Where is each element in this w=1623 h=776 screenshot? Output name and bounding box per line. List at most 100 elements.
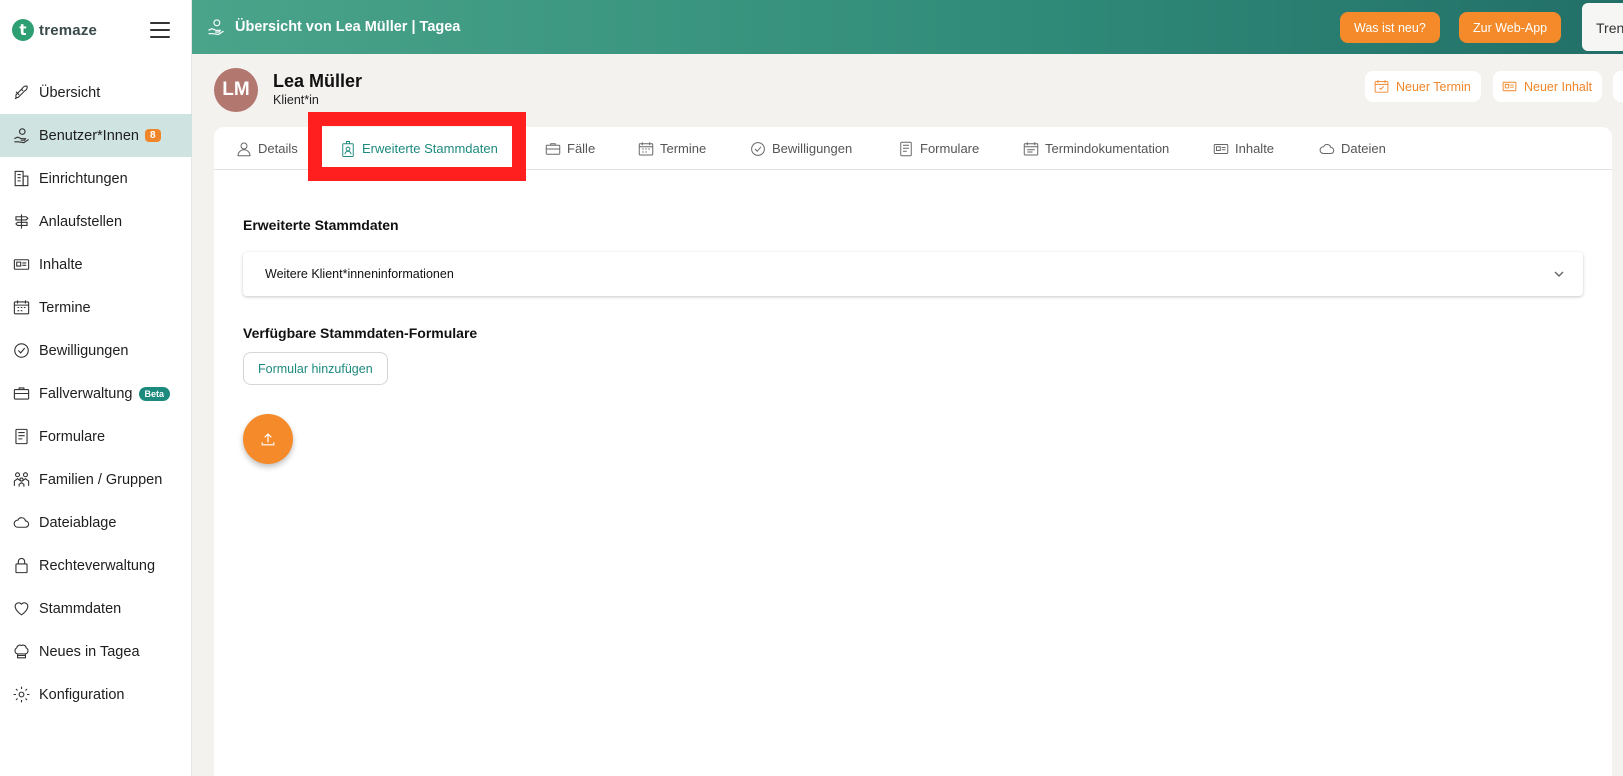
- upload-icon: [261, 433, 275, 446]
- tab-termine[interactable]: Termine: [637, 127, 706, 170]
- form-icon: [11, 427, 31, 447]
- sidebar-item-label: Rechteverwaltung: [39, 557, 156, 574]
- sidebar-item-inhalte[interactable]: Inhalte: [0, 243, 192, 286]
- sidebar-item-label: Bewilligungen: [39, 342, 129, 359]
- sidebar-item-label: Termine: [39, 299, 91, 316]
- logo-mark: t: [12, 19, 34, 41]
- sidebar-item-label: Inhalte: [39, 256, 83, 273]
- sidebar-item-termine[interactable]: Termine: [0, 286, 192, 329]
- menu-toggle-icon[interactable]: [150, 22, 170, 38]
- beta-badge: Beta: [138, 386, 171, 401]
- lock-icon: [11, 556, 31, 576]
- add-form-button[interactable]: Formular hinzufügen: [243, 352, 388, 385]
- tab-label: Termindokumentation: [1045, 141, 1170, 156]
- calendar-doc-icon: [1023, 141, 1039, 155]
- user-hand-icon: [11, 126, 31, 146]
- sidebar-item-benutzer-innen[interactable]: Benutzer*Innen 8: [0, 114, 192, 157]
- page-title-text: Übersicht von Lea Müller | Tagea: [235, 19, 461, 35]
- sidebar-item-label: Benutzer*Innen: [39, 127, 139, 144]
- sidebar-item-label: Formulare: [39, 428, 106, 445]
- sidebar-nav: Übersicht Benutzer*Innen 8 Einrichtungen…: [0, 71, 192, 716]
- sidebar-item-konfiguration[interactable]: Konfiguration: [0, 673, 192, 716]
- sidebar-item-label: Anlaufstellen: [39, 213, 123, 230]
- sidebar-item-label: Konfiguration: [39, 686, 125, 703]
- briefcase-icon: [545, 142, 561, 155]
- sidebar-item-formulare[interactable]: Formulare: [0, 415, 192, 458]
- client-name: Lea Müller: [273, 71, 363, 91]
- whats-new-button[interactable]: Was ist neu?: [1340, 12, 1440, 43]
- form-icon: [900, 141, 912, 156]
- sidebar-item-einrichtungen[interactable]: Einrichtungen: [0, 157, 192, 200]
- sidebar-item-label: Familien / Gruppen: [39, 471, 163, 488]
- sidebar-item-label: Stammdaten: [39, 600, 122, 617]
- section-title: Erweiterte Stammdaten: [243, 217, 399, 233]
- tab-label: Fälle: [567, 141, 596, 156]
- tab-label: Inhalte: [1235, 141, 1275, 156]
- client-role: Klient*in: [273, 93, 319, 107]
- truncated-action-button[interactable]: [1613, 71, 1623, 102]
- calendar-icon: [11, 298, 31, 318]
- sidebar-item-uebersicht[interactable]: Übersicht: [0, 71, 192, 114]
- forms-section-title: Verfügbare Stammdaten-Formulare: [243, 325, 478, 341]
- rocket-icon: [11, 83, 31, 103]
- sidebar-item-stammdaten[interactable]: Stammdaten: [0, 587, 192, 630]
- sidebar-item-label: Neues in Tagea: [39, 643, 140, 660]
- sidebar-item-anlaufstellen[interactable]: Anlaufstellen: [0, 200, 192, 243]
- newspaper-icon: [1502, 81, 1517, 92]
- check-circle-icon: [751, 141, 765, 156]
- truncated-top-button[interactable]: Tren: [1582, 3, 1623, 51]
- brand-logo[interactable]: t tremaze: [12, 19, 97, 41]
- accordion-label: Weitere Klient*inneninformationen: [265, 267, 454, 281]
- sidebar-item-familien-gruppen[interactable]: Familien / Gruppen: [0, 458, 192, 501]
- newspaper-icon: [11, 255, 31, 275]
- tab-details[interactable]: Details: [235, 127, 298, 170]
- check-circle-icon: [11, 341, 31, 361]
- tab-label: Dateien: [1341, 141, 1386, 156]
- sidebar-item-bewilligungen[interactable]: Bewilligungen: [0, 329, 192, 372]
- user-icon: [237, 142, 251, 156]
- tab-faelle[interactable]: Fälle: [544, 127, 595, 170]
- cloud-icon: [11, 513, 31, 533]
- new-appointment-button[interactable]: Neuer Termin: [1365, 71, 1481, 102]
- new-content-button[interactable]: Neuer Inhalt: [1493, 71, 1603, 102]
- tab-label: Erweiterte Stammdaten: [362, 141, 498, 156]
- web-app-button[interactable]: Zur Web-App: [1459, 12, 1562, 43]
- sidebar-item-label: Übersicht: [39, 84, 101, 101]
- tab-inhalte[interactable]: Inhalte: [1212, 127, 1274, 170]
- tab-erweiterte-stammdaten[interactable]: Erweiterte Stammdaten: [339, 127, 498, 170]
- gear-icon: [11, 685, 31, 705]
- tab-label: Termine: [660, 141, 707, 156]
- content-card: Details Erweiterte Stammdaten Fälle Term…: [214, 127, 1612, 776]
- tab-dateien[interactable]: Dateien: [1318, 127, 1386, 170]
- sidebar-item-label: Einrichtungen: [39, 170, 128, 187]
- user-hand-icon: [208, 19, 224, 36]
- sidebar-item-label: Fallverwaltung: [39, 385, 133, 402]
- signpost-icon: [11, 212, 31, 232]
- newspaper-icon: [1213, 143, 1229, 154]
- id-badge-icon: [342, 140, 354, 157]
- tab-bar: Details Erweiterte Stammdaten Fälle Term…: [214, 127, 1612, 170]
- building-icon: [11, 169, 31, 189]
- page-title: Übersicht von Lea Müller | Tagea: [206, 17, 460, 37]
- tab-label: Details: [258, 141, 298, 156]
- sidebar-item-dateiablage[interactable]: Dateiablage: [0, 501, 192, 544]
- sidebar-item-neues-in-tagea[interactable]: Neues in Tagea: [0, 630, 192, 673]
- accordion-client-info[interactable]: Weitere Klient*inneninformationen: [243, 252, 1583, 296]
- tab-formulare[interactable]: Formulare: [897, 127, 979, 170]
- family-icon: [11, 470, 31, 490]
- new-appointment-label: Neuer Termin: [1396, 79, 1471, 94]
- sidebar-item-fallverwaltung[interactable]: Fallverwaltung Beta: [0, 372, 192, 415]
- upload-fab[interactable]: [243, 414, 293, 464]
- calendar-icon: [638, 141, 654, 155]
- chevron-down-icon: [1554, 271, 1564, 277]
- top-bar: Übersicht von Lea Müller | Tagea Was ist…: [192, 0, 1623, 54]
- sidebar: t tremaze Übersicht Benutzer*Innen 8 Ein…: [0, 0, 192, 776]
- heart-icon: [11, 599, 31, 619]
- tab-termindokumentation[interactable]: Termindokumentation: [1022, 127, 1169, 170]
- briefcase-icon: [11, 384, 31, 404]
- tab-bewilligungen[interactable]: Bewilligungen: [749, 127, 852, 170]
- sidebar-item-rechteverwaltung[interactable]: Rechteverwaltung: [0, 544, 192, 587]
- users-count-badge: 8: [144, 129, 161, 142]
- tab-label: Formulare: [920, 141, 980, 156]
- tab-label: Bewilligungen: [772, 141, 853, 156]
